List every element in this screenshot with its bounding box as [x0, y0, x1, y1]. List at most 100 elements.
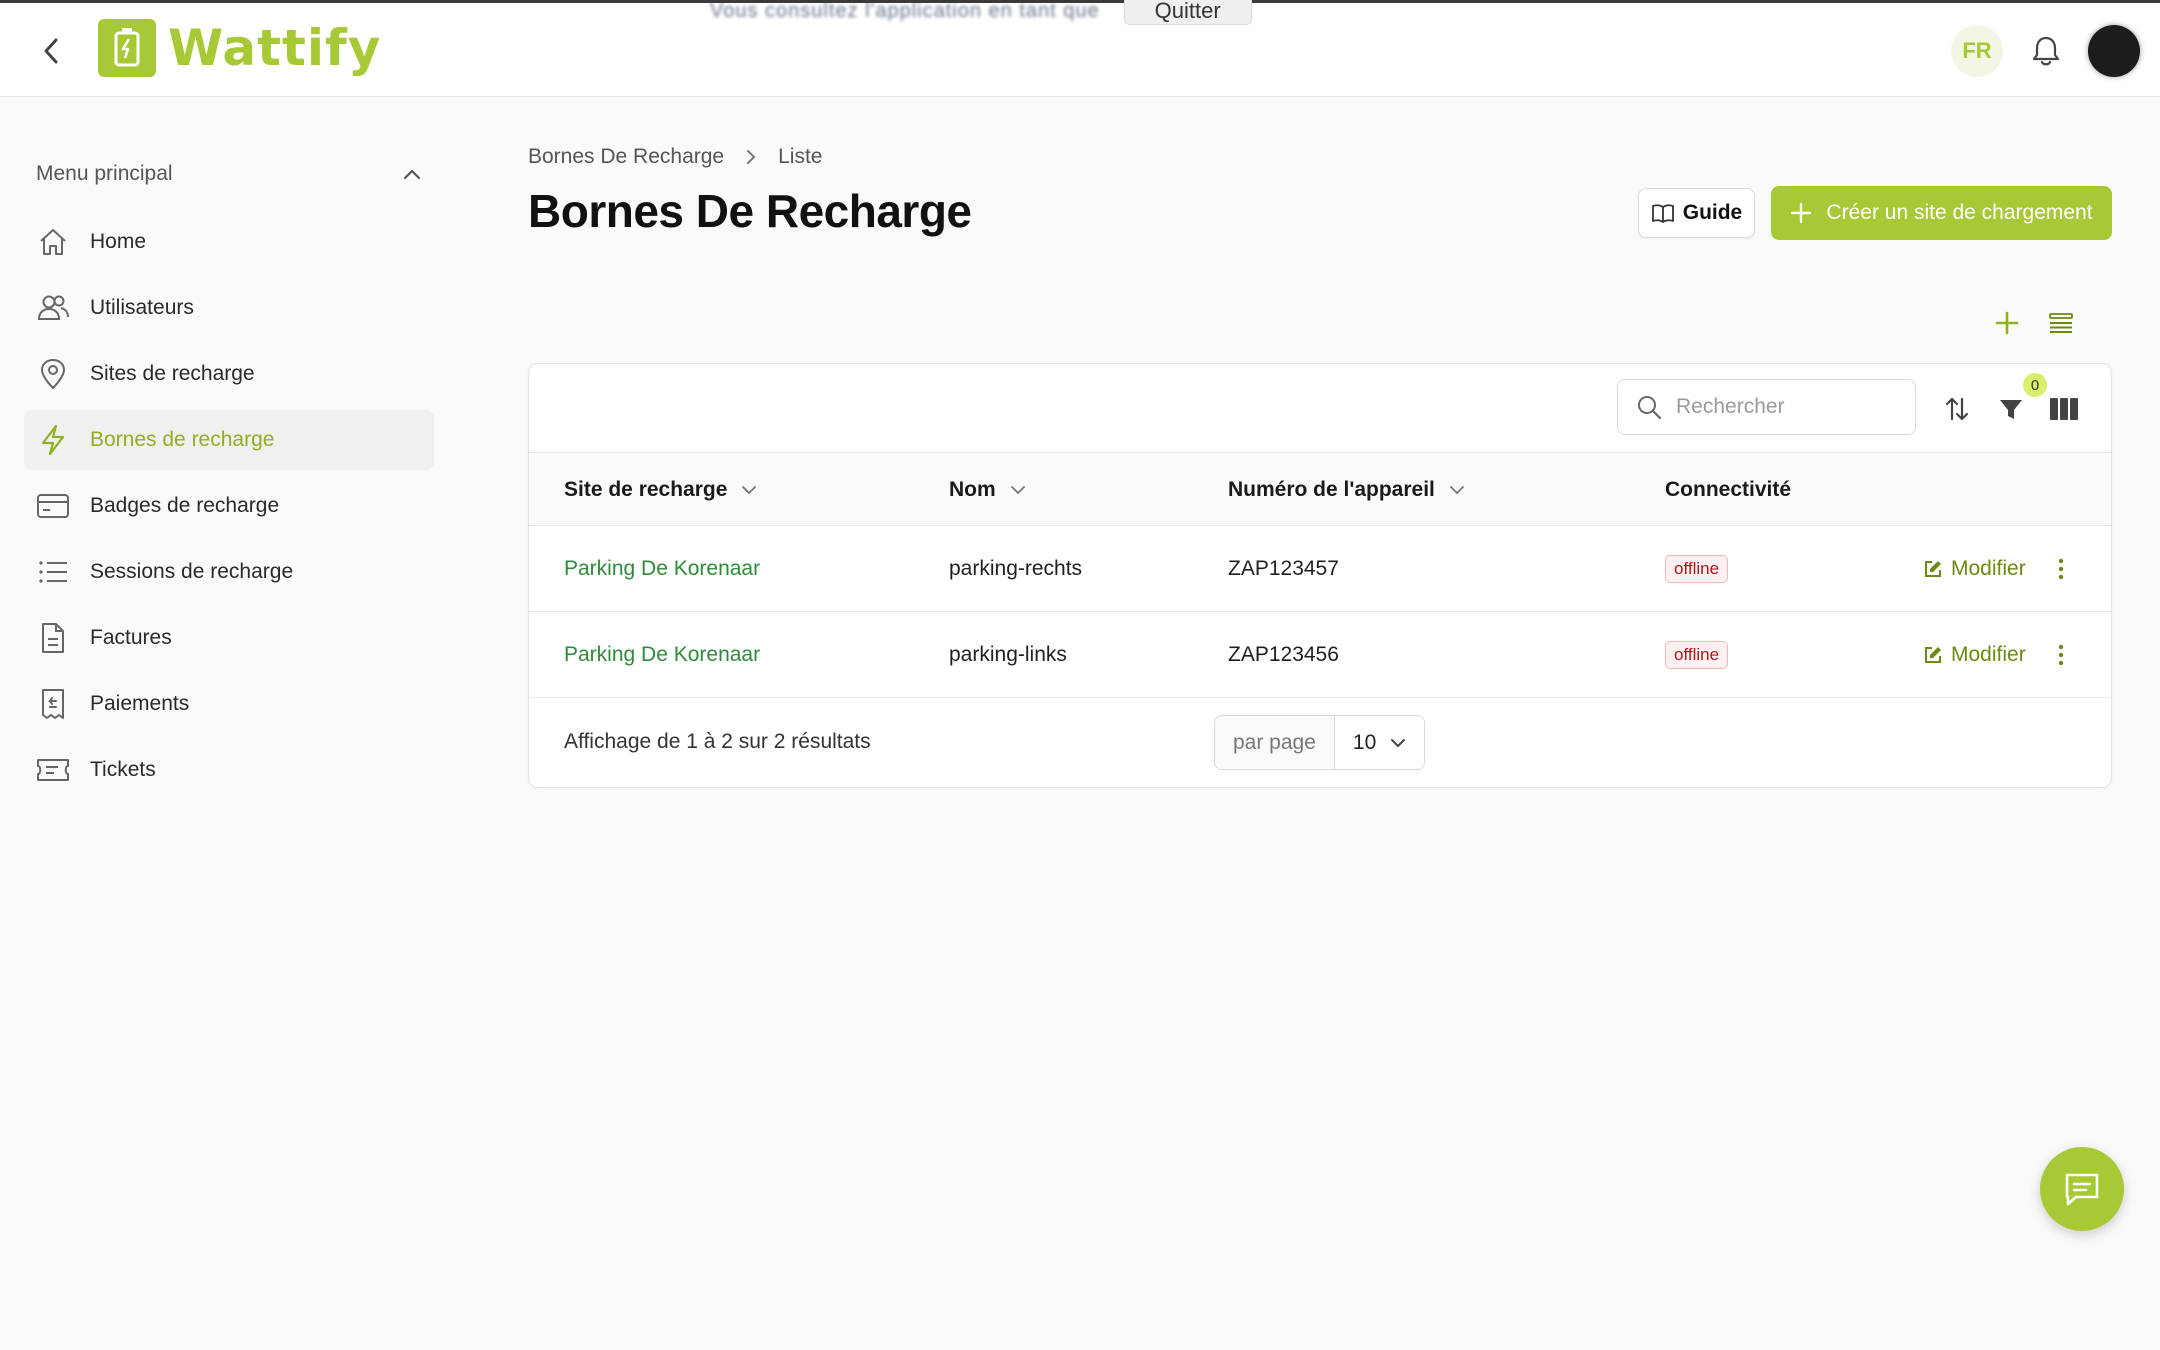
list-view-button[interactable] [2046, 308, 2076, 338]
menu-header[interactable]: Menu principal [24, 150, 434, 198]
plus-icon [1791, 202, 1812, 224]
lightning-icon [36, 423, 70, 457]
banner-text: Vous consultez l'application en tant que [710, 0, 1100, 22]
search-input[interactable] [1676, 395, 1896, 419]
sidebar-item-label: Utilisateurs [90, 296, 194, 319]
results-summary: Affichage de 1 à 2 sur 2 résultats [564, 730, 871, 753]
sidebar-item-label: Sites de recharge [90, 362, 255, 385]
kebab-menu-icon [2058, 644, 2064, 666]
per-page-value: 10 [1352, 730, 1377, 754]
search-icon [1638, 396, 1662, 420]
edit-icon [1925, 647, 1941, 663]
sidebar-item-payments[interactable]: Paiements [24, 674, 434, 734]
modify-button[interactable]: Modifier [1923, 643, 2026, 667]
column-header-label: Site de recharge [564, 477, 728, 501]
table-header: Site de recharge Nom Numéro de l'apparei… [529, 453, 2111, 526]
filter-count-badge: 0 [2023, 373, 2047, 397]
station-name: parking-links [949, 643, 1067, 666]
site-link[interactable]: Parking De Korenaar [564, 643, 760, 667]
chat-bubble-icon [2065, 1173, 2099, 1206]
sidebar-item-charging-badges[interactable]: Badges de recharge [24, 476, 434, 536]
user-avatar[interactable] [2088, 25, 2140, 77]
back-button[interactable] [36, 33, 66, 69]
document-icon [36, 621, 70, 655]
column-header-name[interactable]: Nom [949, 453, 1026, 526]
sidebar-item-users[interactable]: Utilisateurs [24, 278, 434, 338]
receipt-icon [36, 687, 70, 721]
home-icon [36, 225, 70, 259]
chevron-down-icon [742, 485, 757, 494]
sidebar-item-invoices[interactable]: Factures [24, 608, 434, 668]
chevron-right-icon [747, 150, 756, 164]
sort-arrows-icon [1945, 397, 1969, 421]
station-name: parking-rechts [949, 557, 1083, 580]
columns-button[interactable] [2047, 392, 2081, 426]
breadcrumb-current: Liste [778, 145, 823, 168]
sidebar-item-charging-stations[interactable]: Bornes de recharge [24, 410, 434, 470]
sidebar-item-label: Bornes de recharge [90, 428, 275, 451]
device-number: ZAP123457 [1228, 557, 1339, 580]
sidebar-item-home[interactable]: Home [24, 212, 434, 272]
top-bar: Wattify Vous consultez l'application en … [0, 0, 2160, 97]
menu-title: Menu principal [36, 162, 173, 185]
sort-button[interactable] [1940, 392, 1974, 426]
users-icon [36, 291, 70, 325]
per-page-control: par page 10 [1214, 715, 1426, 770]
filter-button[interactable] [1994, 392, 2028, 426]
chevron-down-icon [1010, 485, 1025, 494]
sidebar-item-tickets[interactable]: Tickets [24, 740, 434, 800]
breadcrumb-item[interactable]: Bornes De Recharge [528, 145, 724, 169]
site-link[interactable]: Parking De Korenaar [564, 557, 760, 581]
chevron-up-icon [403, 169, 421, 180]
per-page-select[interactable]: 10 [1334, 716, 1425, 769]
sidebar-item-charging-sessions[interactable]: Sessions de recharge [24, 542, 434, 602]
table-row[interactable]: Parking De Korenaar parking-links ZAP123… [529, 612, 2111, 698]
modify-button[interactable]: Modifier [1923, 557, 2026, 581]
book-icon [1651, 204, 1674, 223]
page-title: Bornes De Recharge [528, 185, 972, 237]
filter-icon [2000, 400, 2022, 419]
app-logo[interactable]: Wattify [98, 17, 381, 79]
charging-stations-table: 0 Site de recharge Nom Numéro de l'appar… [528, 363, 2112, 788]
more-actions-button[interactable] [2051, 557, 2071, 581]
table-row[interactable]: Parking De Korenaar parking-rechts ZAP12… [529, 526, 2111, 612]
ticket-icon [36, 753, 70, 787]
kebab-menu-icon [2058, 558, 2064, 580]
quit-button[interactable]: Quitter [1123, 0, 1252, 25]
breadcrumb: Bornes De Recharge Liste [528, 145, 822, 169]
columns-icon [2050, 398, 2078, 420]
status-badge: offline [1665, 555, 1729, 583]
impersonation-banner: Vous consultez l'application en tant que… [710, 0, 1252, 25]
add-button[interactable] [1992, 308, 2022, 338]
chat-button[interactable] [2040, 1147, 2124, 1231]
credit-card-icon [36, 489, 70, 523]
modify-label: Modifier [1951, 643, 2026, 666]
sidebar-item-label: Badges de recharge [90, 494, 280, 517]
column-header-site[interactable]: Site de recharge [564, 453, 757, 526]
chevron-down-icon [1391, 738, 1406, 747]
sidebar-item-label: Home [90, 230, 147, 253]
create-site-button[interactable]: Créer un site de chargement [1771, 186, 2112, 240]
sidebar-item-label: Factures [90, 626, 172, 649]
per-page-label: par page [1215, 716, 1335, 769]
chevron-down-icon [1449, 485, 1464, 494]
map-pin-icon [36, 357, 70, 391]
device-number: ZAP123456 [1228, 643, 1339, 666]
notifications-button[interactable] [2026, 31, 2066, 71]
list-icon [36, 555, 70, 589]
status-badge: offline [1665, 641, 1729, 669]
modify-label: Modifier [1951, 557, 2026, 580]
column-header-device[interactable]: Numéro de l'appareil [1228, 453, 1465, 526]
app-name: Wattify [168, 19, 382, 77]
sidebar-item-label: Paiements [90, 692, 190, 715]
more-actions-button[interactable] [2051, 643, 2071, 667]
sidebar: Menu principal Home Utilisateurs Sites d… [24, 150, 434, 806]
guide-button[interactable]: Guide [1638, 188, 1755, 238]
table-footer: Affichage de 1 à 2 sur 2 résultats par p… [529, 698, 2111, 786]
sidebar-item-charging-sites[interactable]: Sites de recharge [24, 344, 434, 404]
bell-icon [2032, 36, 2060, 66]
battery-icon [98, 19, 156, 77]
sidebar-item-label: Tickets [90, 758, 156, 781]
search-box[interactable] [1617, 379, 1916, 435]
language-switcher[interactable]: FR [1951, 25, 2003, 77]
